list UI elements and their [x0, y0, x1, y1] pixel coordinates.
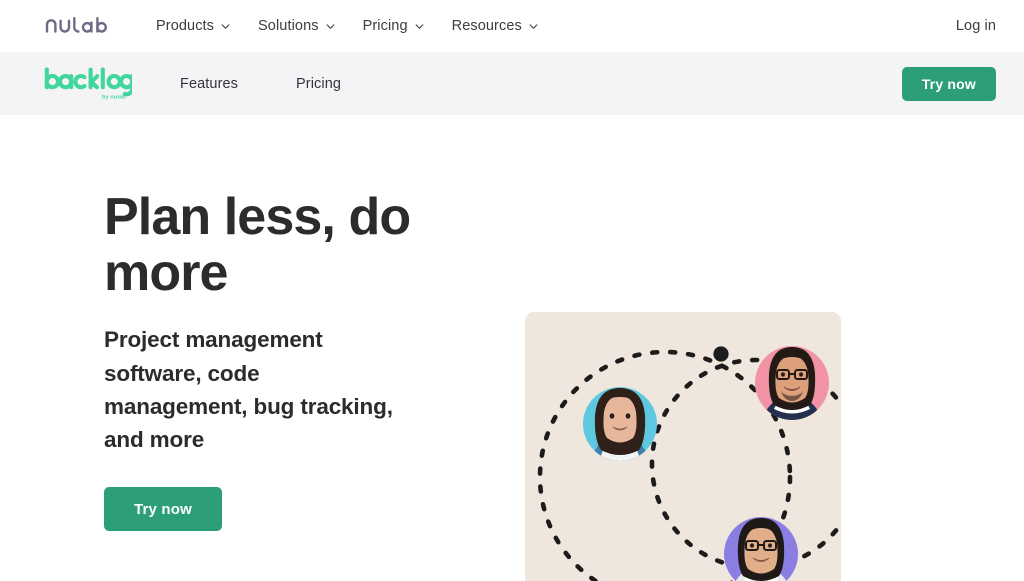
top-navigation-bar: Products Solutions Pricing Resources Log…: [0, 0, 1024, 52]
team-collaboration-illustration: [525, 312, 841, 581]
product-nav-item-pricing[interactable]: Pricing: [296, 76, 341, 92]
nav-item-solutions[interactable]: Solutions: [258, 18, 335, 34]
login-link[interactable]: Log in: [956, 18, 996, 34]
backlog-logo[interactable]: by nulab: [44, 67, 132, 101]
hero-subtitle: Project management software, code manage…: [104, 327, 393, 453]
nulab-logo[interactable]: [44, 14, 116, 38]
hero-title: Plan less, do more: [104, 188, 411, 302]
chevron-down-icon: [415, 22, 424, 31]
backlog-logo-subtext: by nulab: [102, 94, 126, 100]
nav-item-resources[interactable]: Resources: [452, 18, 538, 34]
try-now-hero-button[interactable]: Try now: [104, 487, 222, 532]
chevron-down-icon: [529, 22, 538, 31]
nav-item-products[interactable]: Products: [156, 18, 230, 34]
orbit-node-dot: [713, 346, 729, 362]
avatar-man-glasses: [755, 346, 829, 420]
nav-label: Resources: [451, 18, 522, 34]
nav-label: Products: [156, 18, 215, 34]
nav-item-pricing[interactable]: Pricing: [363, 18, 424, 34]
product-navigation-bar: by nulab Features Pricing Try now: [0, 52, 1024, 115]
product-nav-item-features[interactable]: Features: [180, 76, 238, 92]
nav-label: Pricing: [362, 18, 408, 34]
top-nav-links: Products Solutions Pricing Resources: [156, 18, 538, 34]
hero-copy: Plan less, do more Project management so…: [44, 115, 444, 532]
top-nav-right: Log in: [956, 18, 996, 34]
chevron-down-icon: [221, 22, 230, 31]
hero-section: Plan less, do more Project management so…: [0, 115, 1024, 581]
avatar-woman-smiling: [583, 387, 657, 461]
try-now-header-button[interactable]: Try now: [901, 66, 996, 101]
avatar-person-glasses: [724, 517, 798, 581]
product-nav-links: Features Pricing: [180, 76, 341, 92]
nav-label: Solutions: [258, 18, 319, 34]
chevron-down-icon: [326, 22, 335, 31]
